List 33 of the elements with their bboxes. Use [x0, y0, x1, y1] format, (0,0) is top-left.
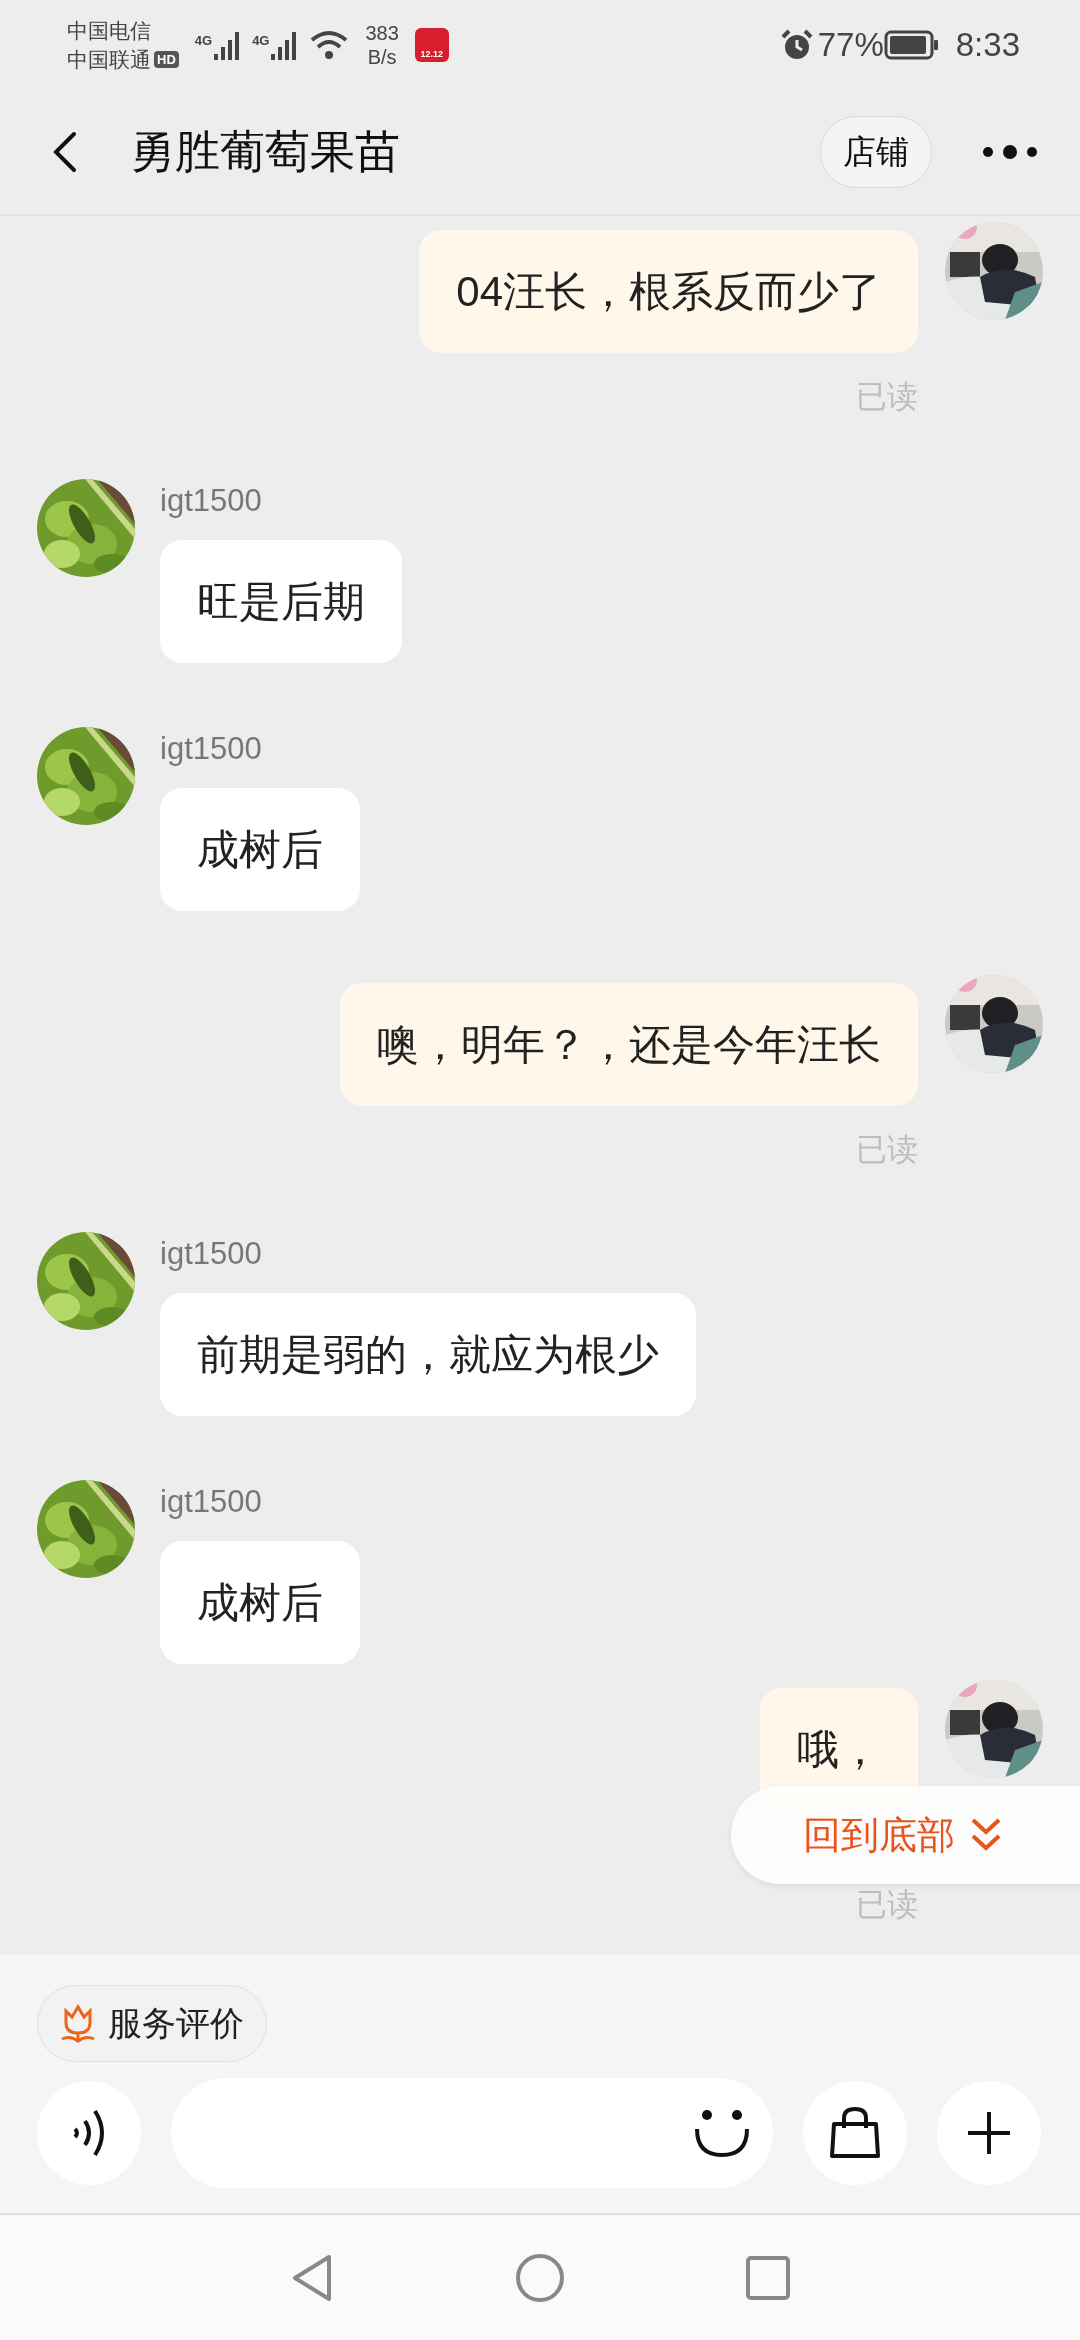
network-speed: 383	[365, 21, 399, 45]
hd-badge: HD	[154, 51, 179, 68]
app-icon: 12.12	[414, 28, 449, 62]
carrier-name: 中国联通	[67, 47, 151, 73]
message-bubble: 前期是弱的，就应为根少	[160, 1293, 696, 1416]
network-speed-unit: B/s	[366, 45, 398, 69]
wifi-icon	[309, 28, 350, 62]
home-circle-icon[interactable]	[515, 2252, 565, 2303]
alarm-icon	[779, 28, 814, 62]
clock-time: 8:33	[955, 25, 1020, 66]
message-bubble: 04汪长，根系反而少了	[419, 230, 918, 353]
network-type-label: 4G	[194, 34, 213, 48]
chat-title: 勇胜葡萄果苗	[130, 125, 400, 180]
sender-name: igt1500	[160, 482, 262, 520]
sender-name: igt1500	[160, 730, 262, 768]
message-bubble: 成树后	[160, 1541, 360, 1664]
shop-button[interactable]: 店铺	[820, 116, 932, 188]
plus-icon	[966, 2110, 1012, 2156]
sender-name: igt1500	[160, 1235, 262, 1273]
sender-name: igt1500	[160, 1483, 262, 1521]
scroll-to-bottom-button[interactable]: 回到底部	[731, 1786, 1080, 1884]
smiley-icon[interactable]	[693, 2107, 751, 2159]
shopping-bag-icon	[828, 2106, 882, 2160]
carrier-name: 中国电信	[67, 18, 152, 44]
message-bubble: 噢，明年？，还是今年汪长	[340, 983, 918, 1106]
battery-percent: 77%	[817, 25, 884, 66]
battery-icon	[883, 30, 940, 60]
more-icon[interactable]	[980, 142, 1040, 162]
message-bubble: 旺是后期	[160, 540, 402, 663]
network-type-label: 4G	[252, 34, 270, 48]
recent-apps-icon[interactable]	[745, 2254, 791, 2301]
message-bubble: 成树后	[160, 788, 360, 911]
service-rating-button[interactable]: 服务评价	[37, 1985, 267, 2062]
